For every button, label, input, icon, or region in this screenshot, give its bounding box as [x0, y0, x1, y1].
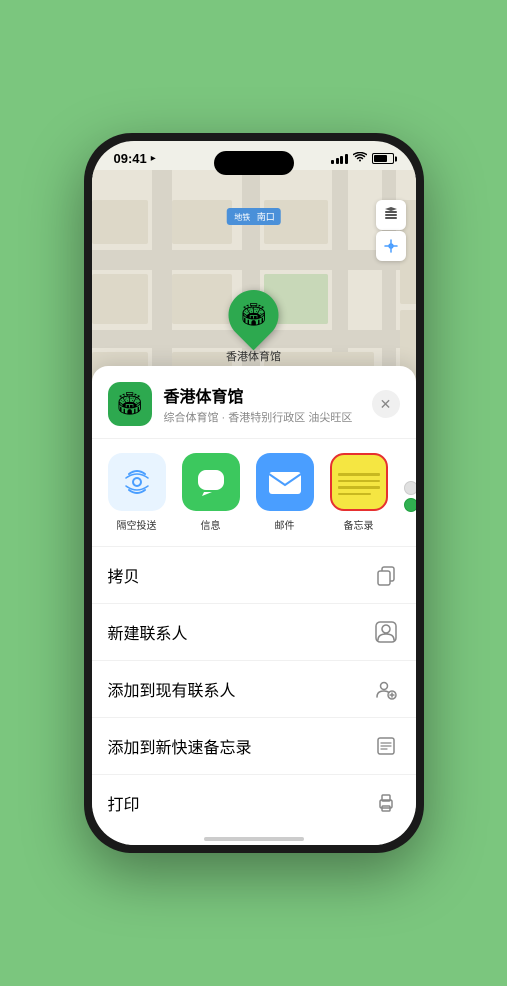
stadium-marker[interactable]: 🏟 香港体育馆	[226, 290, 281, 364]
add-to-contact-label: 添加到现有联系人	[108, 677, 236, 701]
dynamic-island	[214, 151, 294, 175]
new-contact-label: 新建联系人	[108, 620, 188, 644]
print-icon	[372, 789, 400, 817]
mail-label: 邮件	[275, 517, 295, 532]
location-arrow-icon: ▸	[151, 153, 156, 164]
venue-info: 香港体育馆 综合体育馆 · 香港特别行政区 油尖旺区	[152, 383, 372, 425]
map-controls	[376, 200, 406, 261]
messages-label: 信息	[201, 517, 221, 532]
action-add-to-contact[interactable]: 添加到现有联系人	[92, 661, 416, 718]
venue-name: 香港体育馆	[164, 383, 372, 407]
close-button[interactable]: ✕	[372, 390, 400, 418]
venue-icon: 🏟	[108, 382, 152, 426]
phone-screen: 09:41 ▸	[92, 141, 416, 845]
sheet-header: 🏟 香港体育馆 综合体育馆 · 香港特别行政区 油尖旺区 ✕	[92, 382, 416, 439]
share-more-button[interactable]	[404, 453, 416, 532]
wifi-icon	[353, 152, 367, 165]
copy-icon	[372, 561, 400, 589]
signal-bars-icon	[331, 154, 348, 164]
more-circles-icon	[404, 481, 416, 512]
airdrop-icon	[108, 453, 166, 511]
home-indicator	[92, 831, 416, 845]
battery-icon	[372, 153, 394, 164]
share-item-notes[interactable]: 备忘录	[330, 453, 388, 532]
quick-note-icon	[372, 732, 400, 760]
share-item-mail[interactable]: 邮件	[256, 453, 314, 532]
new-contact-icon	[372, 618, 400, 646]
map-layers-button[interactable]	[376, 200, 406, 230]
marker-pin: 🏟	[218, 280, 289, 351]
bottom-sheet: 🏟 香港体育馆 综合体育馆 · 香港特别行政区 油尖旺区 ✕	[92, 366, 416, 845]
mail-icon	[256, 453, 314, 511]
phone-frame: 09:41 ▸	[84, 133, 424, 853]
action-print[interactable]: 打印	[92, 775, 416, 831]
home-bar	[204, 837, 304, 841]
action-copy[interactable]: 拷贝	[92, 547, 416, 604]
action-quick-note[interactable]: 添加到新快速备忘录	[92, 718, 416, 775]
copy-label: 拷贝	[108, 563, 140, 587]
quick-note-label: 添加到新快速备忘录	[108, 734, 252, 758]
status-time: 09:41	[114, 151, 147, 166]
action-list: 拷贝 新建联系人	[92, 547, 416, 831]
location-button[interactable]	[376, 231, 406, 261]
notes-icon	[330, 453, 388, 511]
map-station-label: 地铁 南口	[226, 208, 281, 225]
share-item-airdrop[interactable]: 隔空投送	[108, 453, 166, 532]
add-to-contact-icon	[372, 675, 400, 703]
notes-label: 备忘录	[344, 517, 374, 532]
messages-icon	[182, 453, 240, 511]
venue-subtitle: 综合体育馆 · 香港特别行政区 油尖旺区	[164, 409, 372, 425]
status-icons	[331, 152, 394, 165]
marker-label: 香港体育馆	[226, 348, 281, 364]
print-label: 打印	[108, 791, 140, 815]
share-row: 隔空投送 信息	[92, 439, 416, 547]
stadium-icon: 🏟	[240, 302, 268, 328]
share-item-messages[interactable]: 信息	[182, 453, 240, 532]
action-new-contact[interactable]: 新建联系人	[92, 604, 416, 661]
airdrop-label: 隔空投送	[117, 517, 157, 532]
